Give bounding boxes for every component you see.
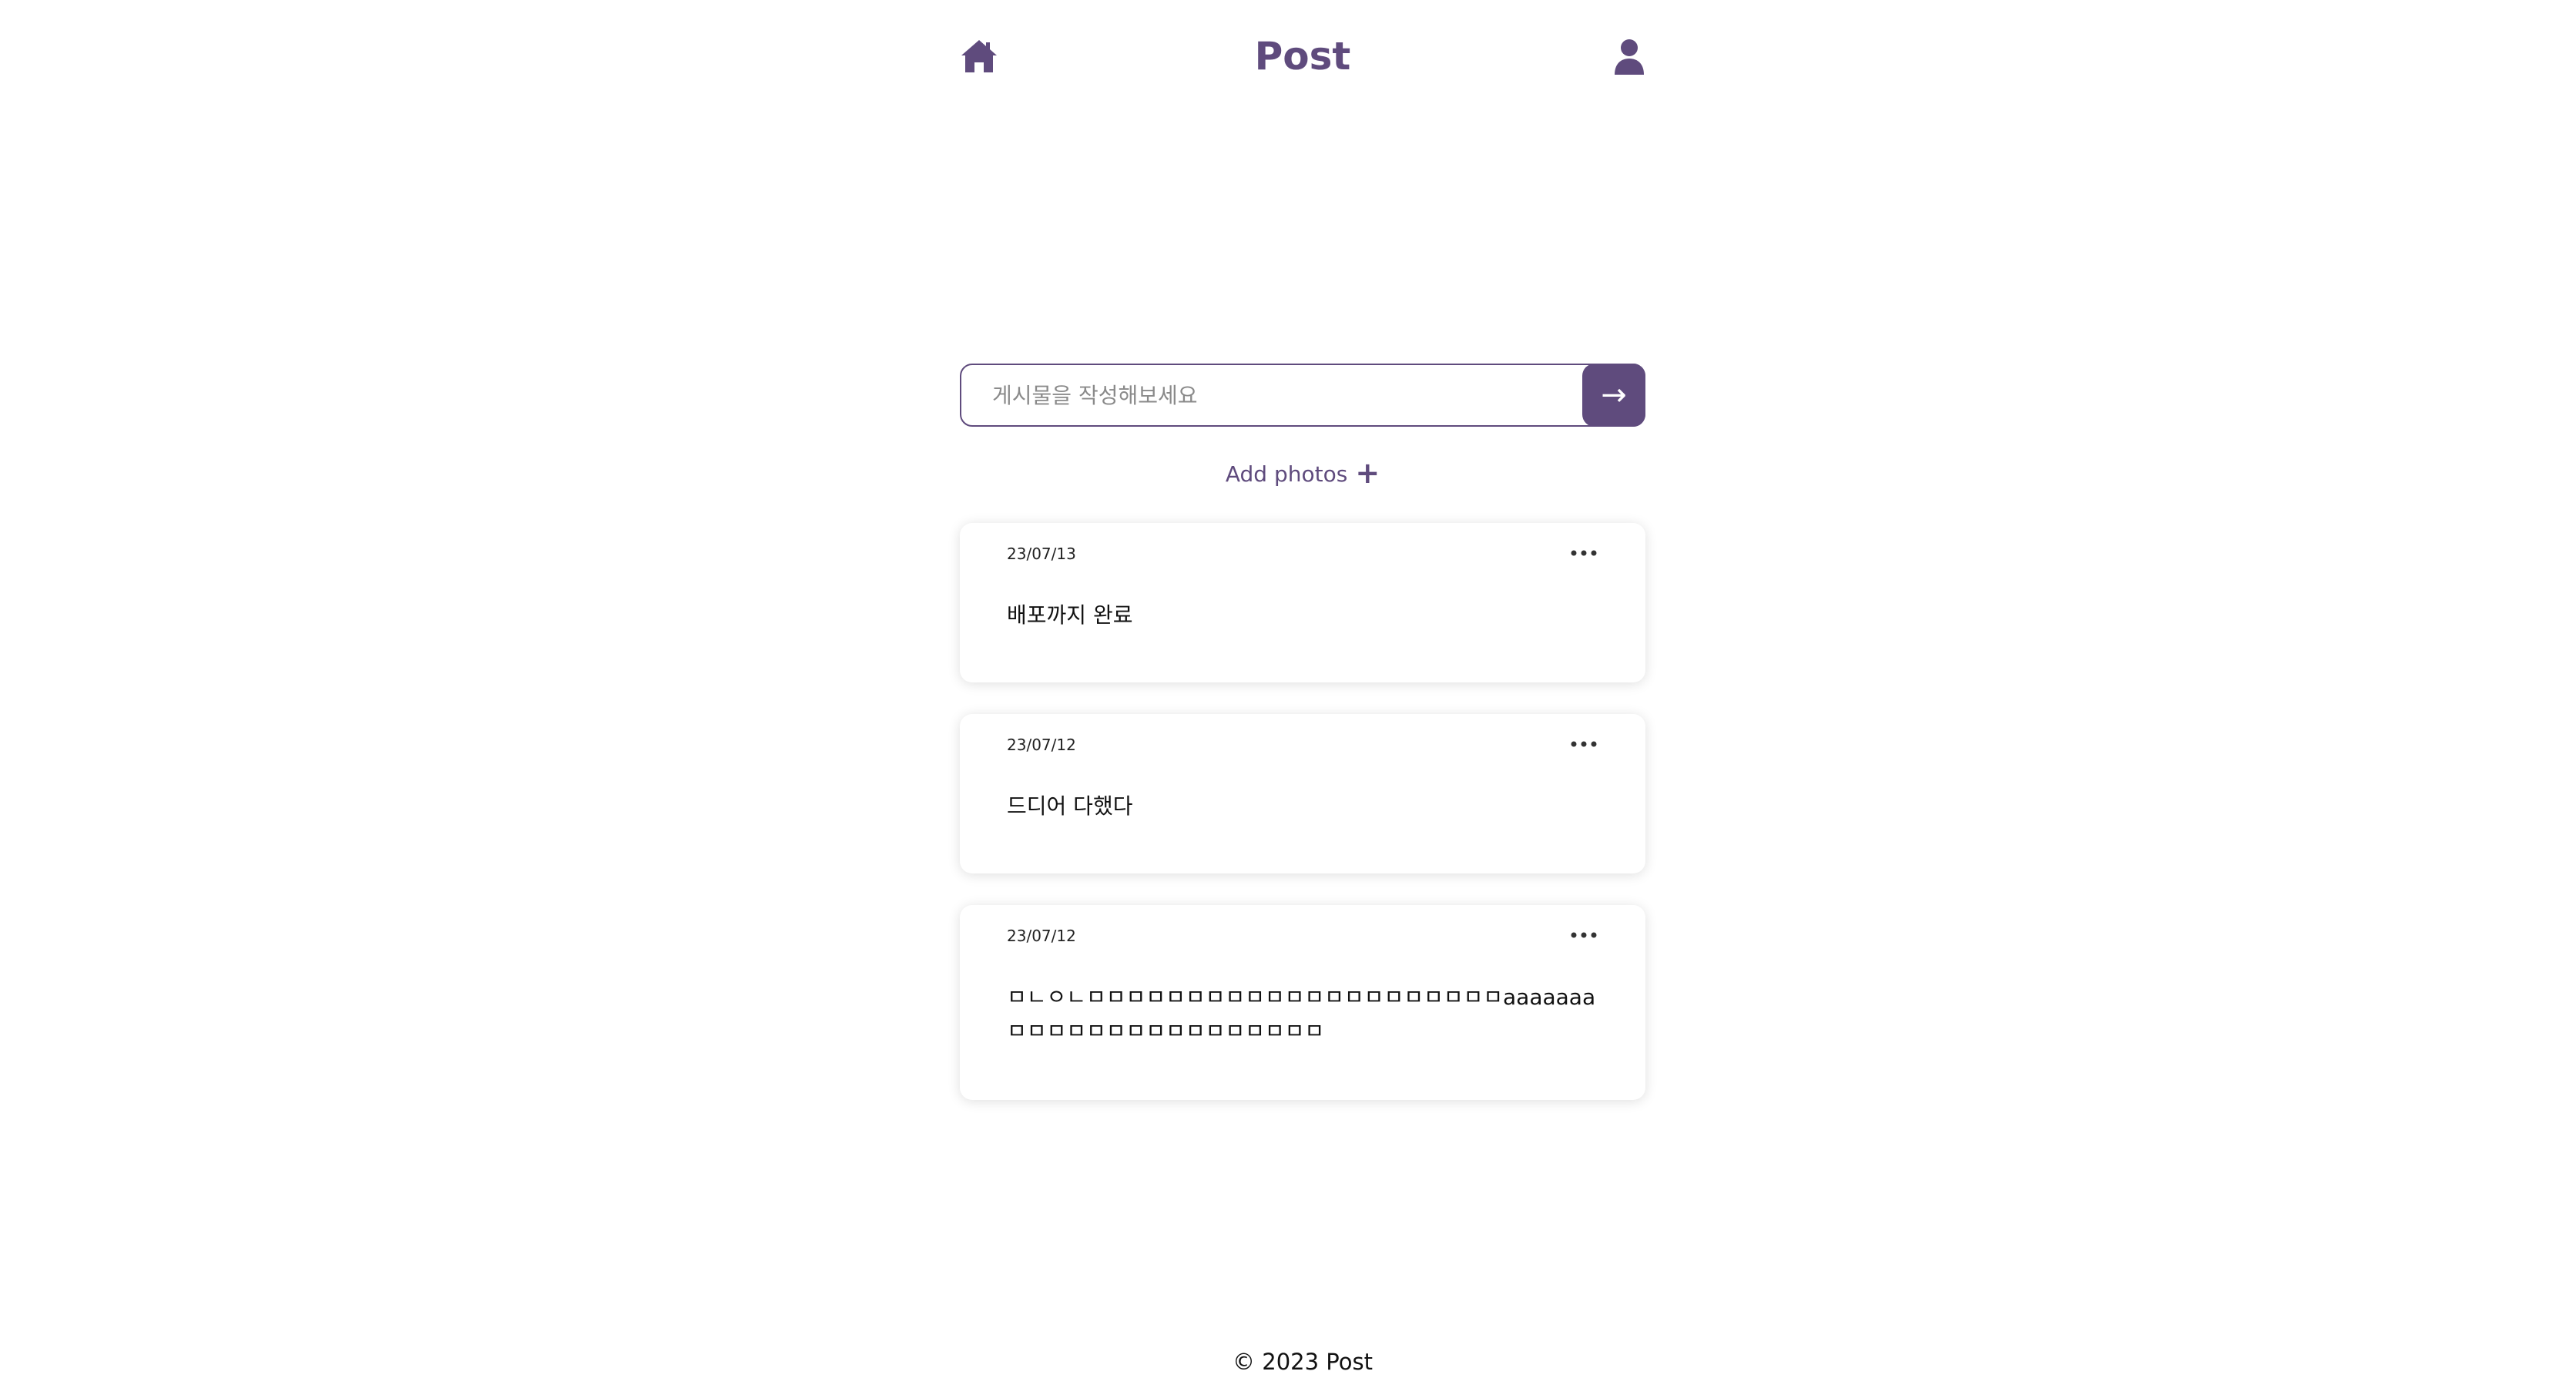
post-card: 23/07/12 드디어 다했다 xyxy=(960,714,1645,873)
post-date: 23/07/12 xyxy=(1007,927,1076,945)
header: Post xyxy=(960,0,1645,116)
post-date: 23/07/13 xyxy=(1007,545,1076,563)
post-card: 23/07/13 배포까지 완료 xyxy=(960,523,1645,682)
post-content: ㅁㄴㅇㄴㅁㅁㅁㅁㅁㅁㅁㅁㅁㅁㅁㅁㅁㅁㅁㅁㅁㅁㅁㅁㅁaaaaaaaㅁㅁㅁㅁㅁㅁㅁㅁ… xyxy=(1007,984,1596,1044)
add-photos-label: Add photos xyxy=(1225,461,1348,487)
post-date: 23/07/12 xyxy=(1007,736,1076,754)
plus-icon: + xyxy=(1355,456,1380,490)
post-composer: → xyxy=(960,364,1645,427)
post-content: 드디어 다했다 xyxy=(1007,793,1133,819)
page: Post → Add photos + 23/07/13 배포까지 완료 xyxy=(0,0,2576,1398)
user-icon[interactable] xyxy=(1613,39,1645,75)
footer: © 2023 Post xyxy=(1233,1349,1373,1375)
post-card: 23/07/12 ㅁㄴㅇㄴㅁㅁㅁㅁㅁㅁㅁㅁㅁㅁㅁㅁㅁㅁㅁㅁㅁㅁㅁㅁㅁaaaaaa… xyxy=(960,905,1645,1100)
add-photos-button[interactable]: Add photos + xyxy=(960,458,1645,490)
post-content: 배포까지 완료 xyxy=(1007,602,1133,628)
more-options-icon[interactable] xyxy=(1568,733,1599,756)
submit-button[interactable]: → xyxy=(1582,364,1645,427)
page-title: Post xyxy=(1254,34,1351,79)
post-input[interactable] xyxy=(960,364,1645,427)
more-options-icon[interactable] xyxy=(1568,924,1599,947)
more-options-icon[interactable] xyxy=(1568,541,1599,565)
